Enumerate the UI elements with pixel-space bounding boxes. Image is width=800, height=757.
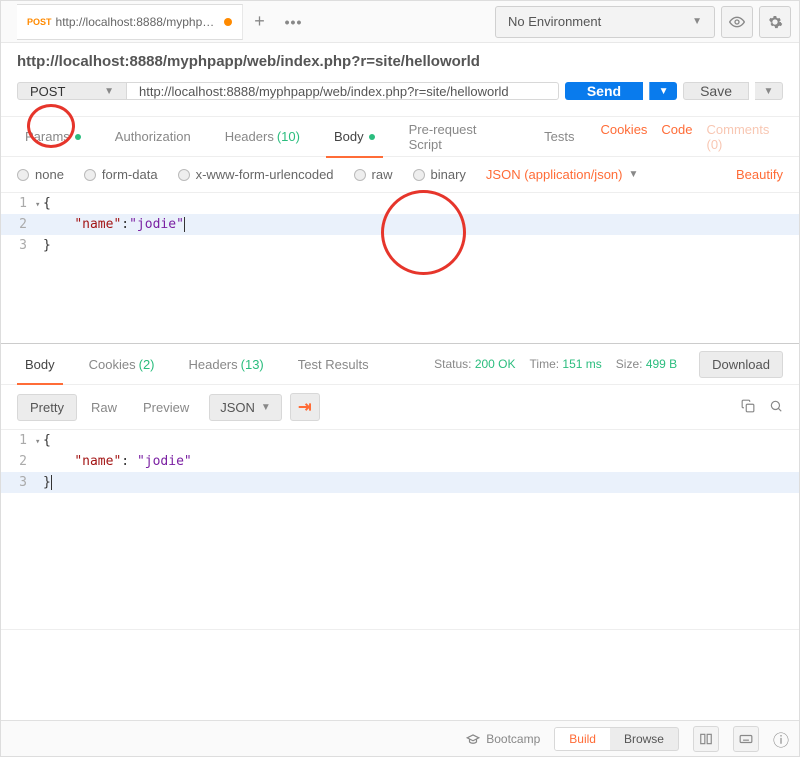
- response-view-row: Pretty Raw Preview JSON▼ ⇥: [1, 385, 799, 430]
- environment-select[interactable]: No Environment ▼: [495, 6, 715, 38]
- settings-button[interactable]: [759, 6, 791, 38]
- build-browse-toggle: Build Browse: [554, 727, 679, 751]
- environment-quicklook-button[interactable]: [721, 6, 753, 38]
- cookies-link[interactable]: Cookies: [600, 122, 647, 152]
- bootcamp-button[interactable]: Bootcamp: [466, 732, 540, 746]
- bottom-bar: Bootcamp Build Browse ⓘ: [1, 720, 799, 756]
- view-preview[interactable]: Preview: [131, 395, 201, 420]
- radio-icon: [413, 169, 425, 181]
- url-input[interactable]: [126, 82, 559, 100]
- send-options-button[interactable]: ▼: [649, 82, 677, 100]
- comments-link[interactable]: Comments (0): [707, 122, 784, 152]
- tab-authorization[interactable]: Authorization: [107, 117, 199, 157]
- code-link[interactable]: Code: [661, 122, 692, 152]
- radio-icon: [178, 169, 190, 181]
- browse-button[interactable]: Browse: [610, 728, 678, 750]
- save-button[interactable]: Save: [683, 82, 749, 100]
- environment-label: No Environment: [508, 14, 601, 29]
- body-type-urlencoded[interactable]: x-www-form-urlencoded: [178, 167, 334, 182]
- radio-icon: [17, 169, 29, 181]
- chevron-down-icon: ▼: [659, 86, 669, 97]
- request-body-editor[interactable]: 1▾{ 2 "name":"jodie" 3 }: [1, 193, 799, 343]
- tab-method-tag: POST: [27, 17, 52, 27]
- search-icon: [769, 399, 783, 413]
- gear-icon: [767, 14, 783, 30]
- content-type-select[interactable]: JSON (application/json)▼: [486, 167, 638, 182]
- beautify-button[interactable]: Beautify: [736, 167, 783, 182]
- resp-tab-test-results[interactable]: Test Results: [290, 344, 377, 384]
- request-title: http://localhost:8888/myphpapp/web/index…: [1, 43, 799, 82]
- tab-pre-request[interactable]: Pre-request Script: [401, 117, 519, 157]
- save-options-button[interactable]: ▼: [755, 82, 783, 100]
- two-pane-button[interactable]: [693, 726, 719, 752]
- green-dot-icon: [75, 134, 81, 140]
- body-type-raw[interactable]: raw: [354, 167, 393, 182]
- response-body-viewer[interactable]: 1▾{ 2 "name": "jodie" 3 }: [1, 430, 799, 630]
- panes-icon: [699, 732, 713, 746]
- response-format-select[interactable]: JSON▼: [209, 394, 282, 421]
- request-tab[interactable]: POST http://localhost:8888/myphpap: [17, 4, 243, 40]
- copy-icon: [741, 399, 755, 413]
- response-tabs: Body Cookies (2) Headers (13) Test Resul…: [1, 343, 799, 385]
- tab-headers[interactable]: Headers (10): [217, 117, 308, 157]
- chevron-down-icon: ▼: [90, 86, 114, 97]
- tab-url: http://localhost:8888/myphpap: [56, 15, 216, 29]
- help-button[interactable]: ⓘ: [773, 727, 789, 751]
- download-button[interactable]: Download: [699, 351, 783, 378]
- keyboard-icon: [739, 732, 753, 746]
- view-pretty[interactable]: Pretty: [17, 394, 77, 421]
- send-button[interactable]: Send: [565, 82, 643, 100]
- method-select[interactable]: POST ▼: [17, 82, 127, 100]
- time-label: Time: 151 ms: [530, 357, 602, 371]
- resp-tab-headers[interactable]: Headers (13): [181, 344, 272, 384]
- keyboard-shortcuts-button[interactable]: [733, 726, 759, 752]
- tab-options-button[interactable]: •••: [277, 5, 311, 39]
- chevron-down-icon: ▼: [692, 16, 702, 27]
- radio-icon: [354, 169, 366, 181]
- chevron-down-icon: ▼: [764, 86, 774, 97]
- method-label: POST: [30, 84, 65, 99]
- resp-tab-cookies[interactable]: Cookies (2): [81, 344, 163, 384]
- body-type-binary[interactable]: binary: [413, 167, 466, 182]
- resp-tab-body[interactable]: Body: [17, 344, 63, 384]
- body-type-none[interactable]: none: [17, 167, 64, 182]
- unsaved-dot-icon: [224, 18, 232, 26]
- search-button[interactable]: [769, 399, 783, 416]
- request-tabs: Params Authorization Headers (10) Body P…: [1, 117, 799, 157]
- body-type-row: none form-data x-www-form-urlencoded raw…: [1, 157, 799, 193]
- wrap-icon: ⇥: [298, 397, 311, 417]
- tab-params[interactable]: Params: [17, 117, 89, 157]
- chevron-down-icon: ▼: [628, 169, 638, 180]
- request-url-row: POST ▼ Send ▼ Save ▼: [1, 82, 799, 117]
- wrap-lines-button[interactable]: ⇥: [290, 393, 320, 421]
- chevron-down-icon: ▼: [261, 402, 271, 413]
- green-dot-icon: [369, 134, 375, 140]
- graduation-cap-icon: [466, 732, 480, 746]
- tab-tests[interactable]: Tests: [536, 117, 582, 157]
- view-raw[interactable]: Raw: [79, 395, 129, 420]
- build-button[interactable]: Build: [555, 728, 610, 750]
- status-label: Status: 200 OK: [434, 357, 515, 371]
- size-label: Size: 499 B: [616, 357, 677, 371]
- top-tab-bar: POST http://localhost:8888/myphpap + •••…: [1, 1, 799, 43]
- copy-button[interactable]: [741, 399, 755, 416]
- radio-icon: [84, 169, 96, 181]
- body-type-form-data[interactable]: form-data: [84, 167, 158, 182]
- eye-icon: [729, 14, 745, 30]
- tab-body[interactable]: Body: [326, 117, 383, 157]
- new-tab-button[interactable]: +: [243, 5, 277, 39]
